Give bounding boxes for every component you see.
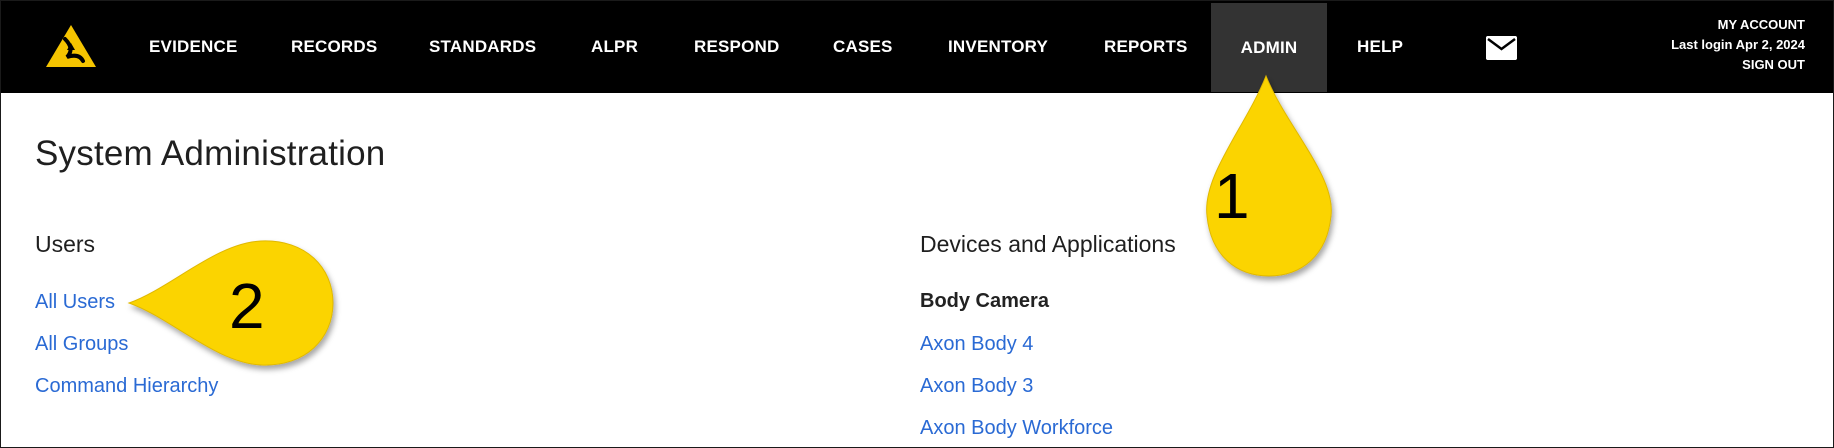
nav-records[interactable]: RECORDS [291,1,377,92]
envelope-icon[interactable] [1486,36,1517,60]
axon-body-workforce-link[interactable]: Axon Body Workforce [920,417,1113,440]
app-frame: EVIDENCE RECORDS STANDARDS ALPR RESPOND … [0,0,1834,448]
nav-standards[interactable]: STANDARDS [429,1,536,92]
nav-inventory[interactable]: INVENTORY [948,1,1048,92]
nav-respond[interactable]: RESPOND [694,1,779,92]
nav-evidence[interactable]: EVIDENCE [149,1,238,92]
last-login-text: Last login Apr 2, 2024 [1671,37,1805,52]
nav-cases[interactable]: CASES [833,1,893,92]
devices-section-heading: Devices and Applications [920,231,1176,257]
axon-logo-icon[interactable] [45,23,97,69]
my-account-link[interactable]: MY ACCOUNT [1671,15,1805,35]
axon-body-4-link[interactable]: Axon Body 4 [920,333,1033,356]
users-section-heading: Users [35,231,96,257]
sign-out-link[interactable]: SIGN OUT [1671,55,1805,75]
nav-reports[interactable]: REPORTS [1104,1,1188,92]
nav-alpr[interactable]: ALPR [591,1,638,92]
callout-2-number: 2 [229,270,265,342]
command-hierarchy-link[interactable]: Command Hierarchy [35,375,218,398]
nav-help[interactable]: HELP [1357,1,1403,92]
page-title: System Administration [35,134,386,173]
all-users-link[interactable]: All Users [35,291,115,314]
top-navigation-bar: EVIDENCE RECORDS STANDARDS ALPR RESPOND … [1,1,1833,93]
body-camera-subheading: Body Camera [920,290,1049,312]
callout-1-number: 1 [1214,160,1250,232]
account-panel: MY ACCOUNT Last login Apr 2, 2024 SIGN O… [1671,15,1805,75]
all-groups-link[interactable]: All Groups [35,333,128,356]
axon-body-3-link[interactable]: Axon Body 3 [920,375,1033,398]
